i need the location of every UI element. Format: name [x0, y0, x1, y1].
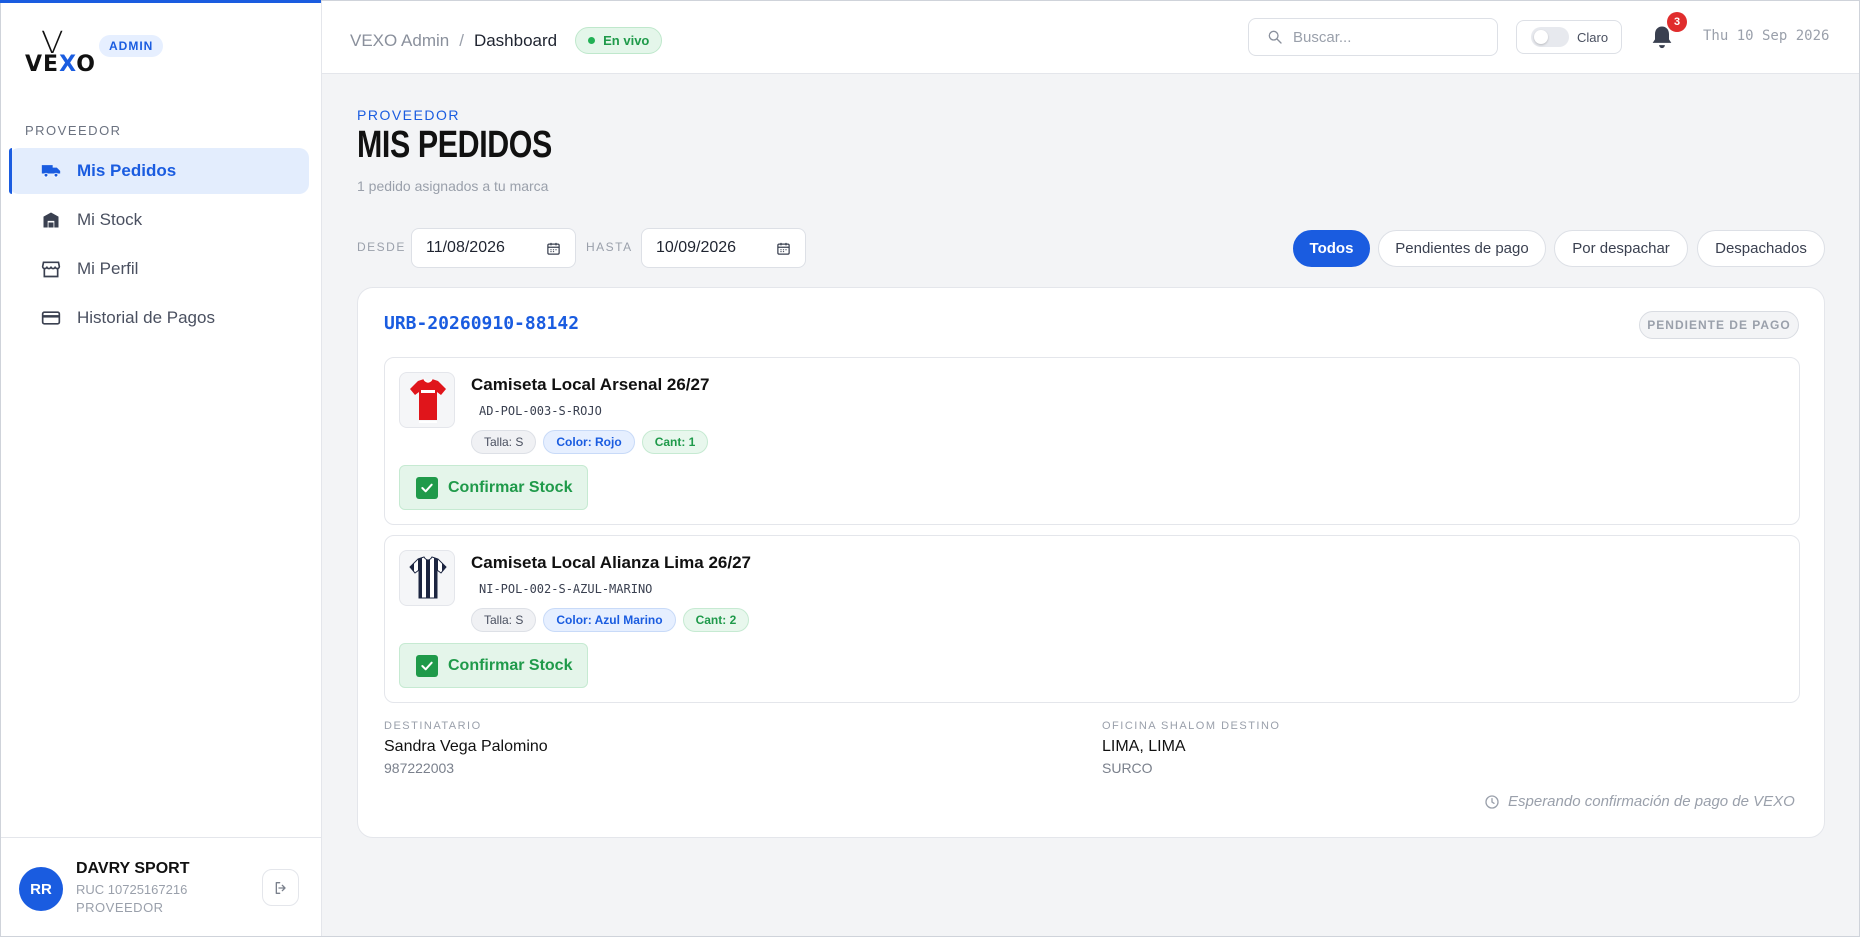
to-date-input[interactable]: 10/09/2026 [641, 228, 806, 268]
store-icon [41, 261, 61, 278]
checkbox-checked-icon [416, 476, 438, 499]
filters-bar: DESDE 11/08/2026 HASTA 10/09/2026 Todos … [357, 226, 1825, 268]
recipient-name: Sandra Vega Palomino [384, 738, 548, 755]
sidebar: V VEXO ADMIN PROVEEDOR Mis Pedidos Mi St… [0, 0, 322, 937]
live-dot-icon [588, 37, 596, 44]
sidebar-item-label: Mis Pedidos [77, 161, 177, 180]
quantity-tag: Cant: 1 [641, 430, 709, 454]
checkbox-checked-icon [416, 654, 438, 677]
order-item: Camiseta Local Arsenal 26/27 AD-POL-003-… [384, 357, 1800, 525]
sidebar-item-mi-stock[interactable]: Mi Stock [9, 197, 309, 243]
order-card: URB-20260910-88142 PENDIENTE DE PAGO Cam… [357, 287, 1825, 838]
warehouse-icon [43, 212, 59, 228]
order-id[interactable]: URB-20260910-88142 [384, 313, 579, 334]
waiting-payment-note: Esperando confirmación de pago de VEXO [1484, 793, 1795, 810]
avatar[interactable]: RR [19, 867, 63, 911]
theme-toggle[interactable]: Claro [1516, 20, 1622, 54]
user-card: RR DAVRY SPORT RUC 10725167216 PROVEEDOR [0, 837, 321, 937]
item-sku: AD-POL-003-S-ROJO [479, 404, 602, 418]
toggle-switch[interactable] [1531, 27, 1569, 47]
order-item: Camiseta Local Alianza Lima 26/27 NI-POL… [384, 535, 1800, 703]
filter-despachados-button[interactable]: Despachados [1697, 230, 1825, 267]
search-placeholder: Buscar... [1293, 28, 1352, 46]
sidebar-nav: Mis Pedidos Mi Stock Mi Perfil Historial… [9, 148, 309, 344]
office-district: SURCO [1102, 760, 1153, 776]
sidebar-section-label: PROVEEDOR [25, 123, 122, 138]
confirm-stock-button[interactable]: Confirmar Stock [399, 465, 588, 510]
from-date-value: 11/08/2026 [426, 239, 505, 256]
vexo-logo: V VEXO [25, 26, 96, 77]
breadcrumb-separator: / [459, 30, 464, 50]
office-city: LIMA, LIMA [1102, 738, 1186, 755]
product-image [399, 550, 455, 606]
live-status-badge: En vivo [575, 27, 663, 54]
color-tag: Color: Rojo [543, 430, 635, 454]
from-label: DESDE [357, 240, 406, 254]
breadcrumb-root[interactable]: VEXO Admin [350, 31, 449, 51]
sidebar-item-label: Mi Stock [77, 210, 143, 229]
calendar-icon[interactable] [546, 241, 561, 256]
item-tags: Talla: S Color: Azul Marino Cant: 2 [471, 608, 756, 632]
current-date: Thu 10 Sep 2026 [1703, 28, 1830, 44]
sidebar-item-mis-pedidos[interactable]: Mis Pedidos [9, 148, 309, 194]
theme-label: Claro [1577, 29, 1609, 45]
sidebar-item-historial-pagos[interactable]: Historial de Pagos [9, 295, 309, 341]
breadcrumb-current: Dashboard [473, 30, 558, 50]
logout-icon [275, 881, 286, 894]
to-label: HASTA [586, 240, 633, 254]
jersey-striped-icon [409, 556, 447, 599]
user-name: DAVRY SPORT [76, 860, 190, 877]
notification-count-badge: 3 [1667, 12, 1687, 32]
order-status-badge: PENDIENTE DE PAGO [1639, 311, 1799, 339]
to-date-value: 10/09/2026 [656, 239, 737, 256]
page-subtitle: 1 pedido asignados a tu marca [357, 178, 549, 194]
from-date-input[interactable]: 11/08/2026 [411, 228, 576, 268]
waiting-text: Esperando confirmación de pago de VEXO [1508, 793, 1795, 810]
breadcrumb: VEXO Admin / Dashboard En vivo [350, 27, 663, 54]
calendar-icon[interactable] [776, 241, 791, 256]
recipient-label: DESTINATARIO [384, 720, 482, 732]
item-tags: Talla: S Color: Rojo Cant: 1 [471, 430, 715, 454]
sidebar-item-label: Mi Perfil [77, 259, 139, 278]
item-name: Camiseta Local Alianza Lima 26/27 [471, 553, 751, 572]
brand[interactable]: V VEXO ADMIN [25, 26, 164, 77]
size-tag: Talla: S [471, 430, 537, 454]
page-eyebrow: PROVEEDOR [357, 107, 460, 123]
recipient-phone: 987222003 [384, 760, 455, 776]
search-input[interactable]: Buscar... [1248, 18, 1498, 56]
sidebar-item-label: Historial de Pagos [77, 308, 215, 327]
confirm-stock-button[interactable]: Confirmar Stock [399, 643, 588, 688]
search-icon [1268, 30, 1282, 44]
item-name: Camiseta Local Arsenal 26/27 [471, 375, 710, 394]
loading-bar [0, 0, 321, 3]
jersey-red-icon [410, 378, 446, 423]
clock-icon [1485, 794, 1499, 809]
size-tag: Talla: S [471, 608, 537, 632]
user-ruc: RUC 10725167216 [76, 882, 188, 897]
admin-badge: ADMIN [99, 35, 164, 57]
confirm-stock-label: Confirmar Stock [448, 478, 573, 496]
item-sku: NI-POL-002-S-AZUL-MARINO [479, 582, 653, 596]
credit-card-icon [41, 311, 61, 325]
sidebar-item-mi-perfil[interactable]: Mi Perfil [9, 246, 309, 292]
product-image [399, 372, 455, 428]
truck-icon [41, 165, 61, 178]
color-tag: Color: Azul Marino [543, 608, 676, 632]
filter-por-despachar-button[interactable]: Por despachar [1554, 230, 1688, 267]
filter-todos-button[interactable]: Todos [1293, 230, 1370, 267]
filter-pendientes-button[interactable]: Pendientes de pago [1378, 230, 1546, 267]
confirm-stock-label: Confirmar Stock [448, 656, 573, 674]
user-role: PROVEEDOR [76, 900, 164, 915]
top-header: VEXO Admin / Dashboard En vivo Buscar...… [322, 0, 1860, 74]
office-label: OFICINA SHALOM DESTINO [1102, 720, 1281, 732]
page-title: MIS PEDIDOS [357, 124, 552, 166]
quantity-tag: Cant: 2 [682, 608, 750, 632]
logout-button[interactable] [262, 869, 299, 906]
